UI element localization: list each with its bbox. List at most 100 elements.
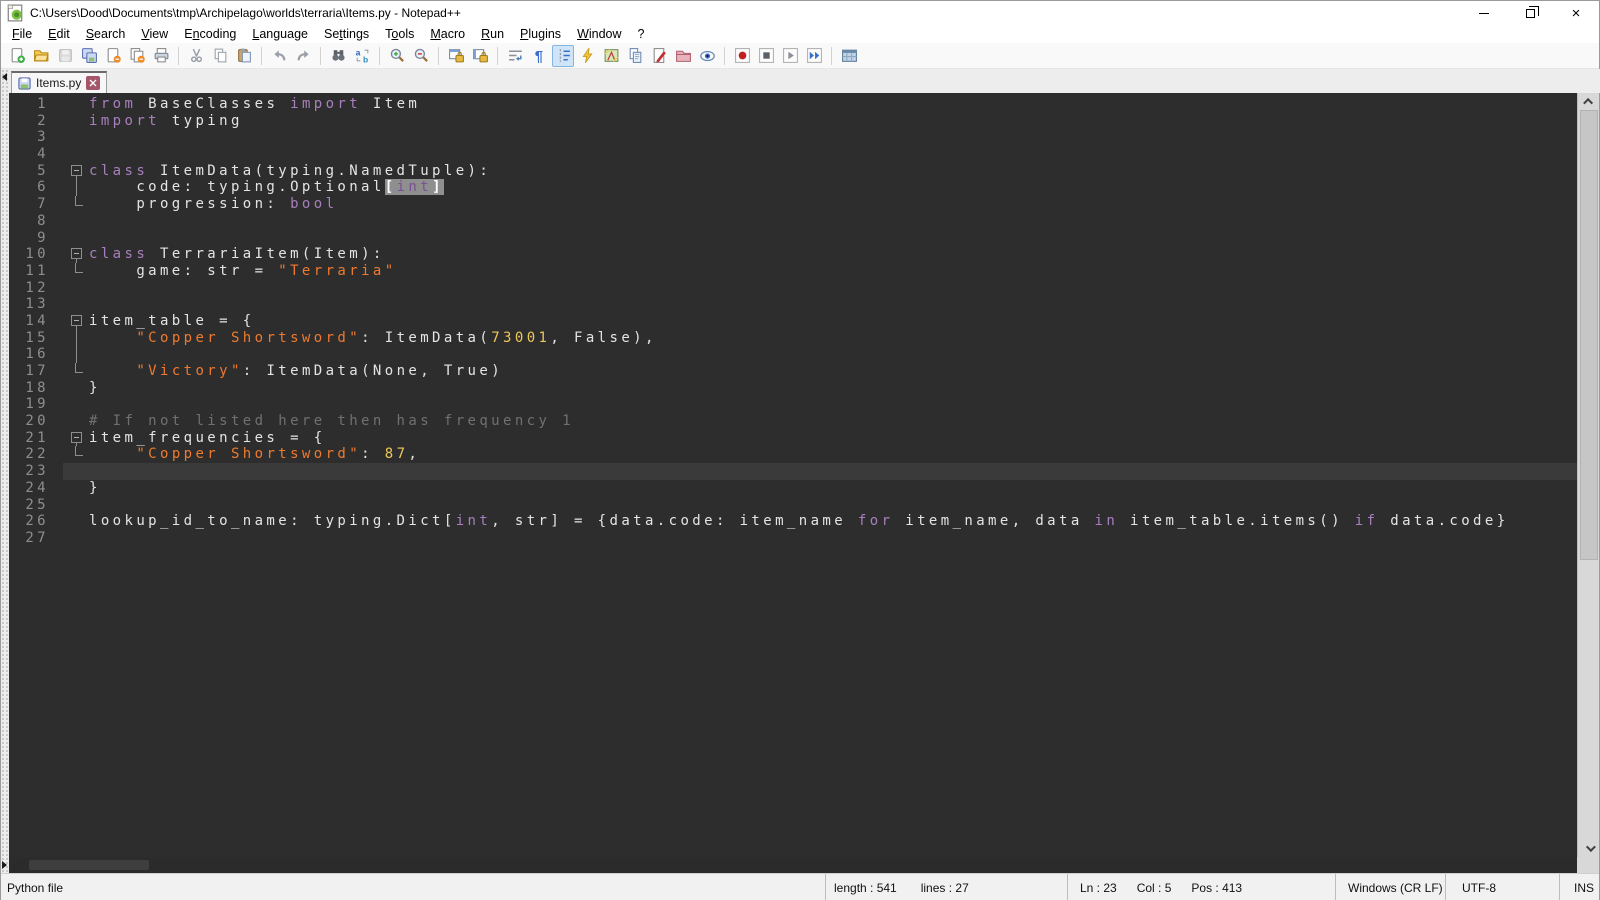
copy-button[interactable] xyxy=(209,45,231,67)
line-number[interactable]: 21 xyxy=(9,430,63,447)
line-number[interactable]: 7 xyxy=(9,196,63,213)
fold-collapse-button[interactable] xyxy=(63,430,89,447)
line-number[interactable]: 25 xyxy=(9,497,63,514)
line-number[interactable]: 10 xyxy=(9,246,63,263)
restore-button[interactable] xyxy=(1507,1,1553,25)
code-line[interactable]: 7 progression: bool xyxy=(9,196,1579,213)
menu-macro[interactable]: Macro xyxy=(422,26,473,42)
line-number[interactable]: 19 xyxy=(9,396,63,413)
code-line[interactable]: 14item_table = { xyxy=(9,313,1579,330)
new-file-button[interactable] xyxy=(6,45,28,67)
line-number[interactable]: 26 xyxy=(9,513,63,530)
fold-collapse-button[interactable] xyxy=(63,246,89,263)
menu-run[interactable]: Run xyxy=(473,26,512,42)
macro-save-button[interactable] xyxy=(838,45,860,67)
menu-file[interactable]: File xyxy=(4,26,40,42)
code-line[interactable]: 16 xyxy=(9,346,1579,363)
status-insert-mode[interactable]: INS xyxy=(1559,874,1599,900)
macro-record-button[interactable] xyxy=(731,45,753,67)
line-number[interactable]: 16 xyxy=(9,346,63,363)
horizontal-scrollbar[interactable] xyxy=(9,857,1579,873)
macro-run-multiple-button[interactable] xyxy=(803,45,825,67)
status-eol-format[interactable]: Windows (CR LF) xyxy=(1335,874,1445,900)
code-editor[interactable]: 1from BaseClasses import Item2import typ… xyxy=(9,93,1579,857)
paste-button[interactable] xyxy=(233,45,255,67)
status-encoding[interactable]: UTF-8 xyxy=(1445,874,1559,900)
code-line[interactable]: 11 game: str = "Terraria" xyxy=(9,263,1579,280)
redo-button[interactable] xyxy=(292,45,314,67)
line-number[interactable]: 1 xyxy=(9,96,63,113)
line-number[interactable]: 12 xyxy=(9,280,63,297)
menu-edit[interactable]: Edit xyxy=(40,26,78,42)
code-line[interactable]: 22 "Copper Shortsword": 87, xyxy=(9,446,1579,463)
menu-tools[interactable]: Tools xyxy=(377,26,422,42)
word-wrap-button[interactable] xyxy=(504,45,526,67)
open-file-button[interactable] xyxy=(30,45,52,67)
fold-collapse-button[interactable] xyxy=(63,313,89,330)
sync-scroll-vertical-button[interactable] xyxy=(445,45,467,67)
tab-close-button[interactable] xyxy=(86,76,100,90)
replace-button[interactable]: ab xyxy=(351,45,373,67)
code-line[interactable]: 5class ItemData(typing.NamedTuple): xyxy=(9,163,1579,180)
code-line[interactable]: 8 xyxy=(9,213,1579,230)
collapse-right-icon[interactable] xyxy=(2,861,7,869)
line-number[interactable]: 17 xyxy=(9,363,63,380)
save-all-button[interactable] xyxy=(78,45,100,67)
code-line[interactable]: 23 xyxy=(9,463,1579,480)
folder-as-workspace-button[interactable] xyxy=(672,45,694,67)
code-line[interactable]: 12 xyxy=(9,280,1579,297)
menu-window[interactable]: Window xyxy=(569,26,629,42)
code-line[interactable]: 4 xyxy=(9,146,1579,163)
code-line[interactable]: 10class TerrariaItem(Item): xyxy=(9,246,1579,263)
scroll-down-button[interactable] xyxy=(1578,840,1600,857)
line-number[interactable]: 4 xyxy=(9,146,63,163)
line-number[interactable]: 13 xyxy=(9,296,63,313)
line-number[interactable]: 20 xyxy=(9,413,63,430)
file-edit-button[interactable] xyxy=(648,45,670,67)
undo-button[interactable] xyxy=(268,45,290,67)
line-number[interactable]: 24 xyxy=(9,480,63,497)
code-line[interactable]: 21item_frequencies = { xyxy=(9,430,1579,447)
collapse-left-icon[interactable] xyxy=(2,73,7,81)
menu-settings[interactable]: Settings xyxy=(316,26,377,42)
line-number[interactable]: 22 xyxy=(9,446,63,463)
menu-search[interactable]: Search xyxy=(78,26,134,42)
line-number[interactable]: 11 xyxy=(9,263,63,280)
menu-plugins[interactable]: Plugins xyxy=(512,26,569,42)
save-button[interactable] xyxy=(54,45,76,67)
line-number[interactable]: 2 xyxy=(9,113,63,130)
show-all-characters-button[interactable]: ¶ xyxy=(528,45,550,67)
document-map-button[interactable] xyxy=(600,45,622,67)
code-line[interactable]: 6 code: typing.Optional[int] xyxy=(9,179,1579,196)
close-all-button[interactable] xyxy=(126,45,148,67)
print-button[interactable] xyxy=(150,45,172,67)
tab-items-py[interactable]: Items.py xyxy=(11,71,107,93)
code-line[interactable]: 24} xyxy=(9,480,1579,497)
document-list-button[interactable] xyxy=(624,45,646,67)
code-line[interactable]: 3 xyxy=(9,129,1579,146)
close-file-button[interactable] xyxy=(102,45,124,67)
code-line[interactable]: 25 xyxy=(9,497,1579,514)
line-number[interactable]: 15 xyxy=(9,330,63,347)
line-number[interactable]: 23 xyxy=(9,463,63,480)
vertical-scrollbar[interactable] xyxy=(1577,93,1599,857)
find-button[interactable] xyxy=(327,45,349,67)
code-line[interactable]: 15 "Copper Shortsword": ItemData(73001, … xyxy=(9,330,1579,347)
menu-language[interactable]: Language xyxy=(244,26,316,42)
code-line[interactable]: 19 xyxy=(9,396,1579,413)
minimize-button[interactable] xyxy=(1461,1,1507,25)
line-number[interactable]: 5 xyxy=(9,163,63,180)
menu-view[interactable]: View xyxy=(133,26,176,42)
fold-collapse-button[interactable] xyxy=(63,163,89,180)
code-line[interactable]: 1from BaseClasses import Item xyxy=(9,96,1579,113)
scroll-up-button[interactable] xyxy=(1578,93,1600,110)
line-number[interactable]: 3 xyxy=(9,129,63,146)
monitoring-button[interactable] xyxy=(696,45,718,67)
menu-encoding[interactable]: Encoding xyxy=(176,26,244,42)
function-list-button[interactable] xyxy=(576,45,598,67)
cut-button[interactable] xyxy=(185,45,207,67)
code-line[interactable]: 18} xyxy=(9,380,1579,397)
code-line[interactable]: 27 xyxy=(9,530,1579,547)
macro-stop-button[interactable] xyxy=(755,45,777,67)
zoom-out-button[interactable] xyxy=(410,45,432,67)
